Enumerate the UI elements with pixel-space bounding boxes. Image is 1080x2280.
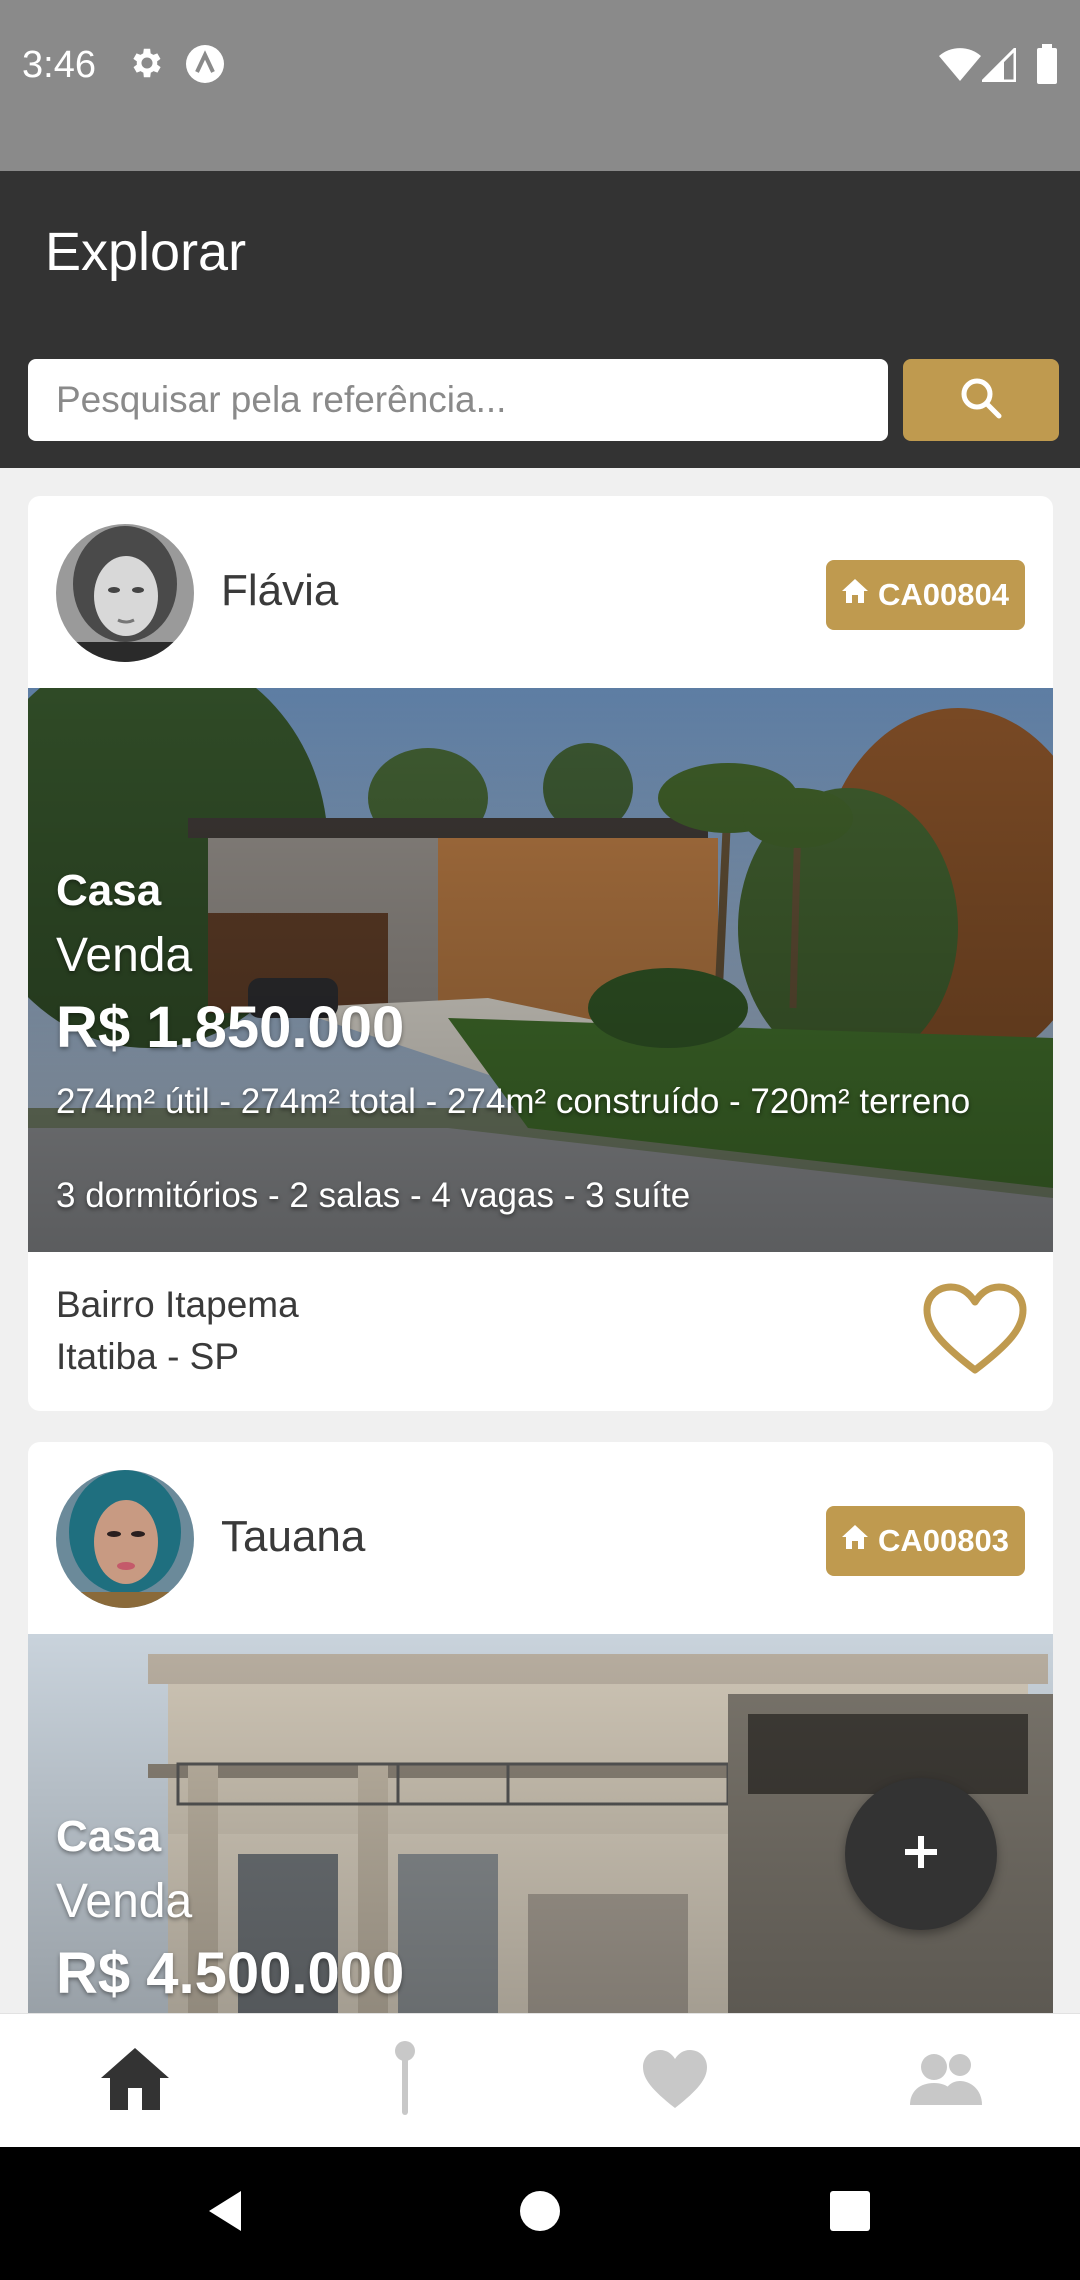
listing-header: Tauana CA00803 (28, 1442, 1053, 1634)
status-bar: 3:46 (0, 0, 1080, 171)
home-icon (840, 577, 878, 613)
property-price: R$ 4.500.000 (56, 1941, 405, 2006)
avatar[interactable] (56, 524, 194, 662)
search-button[interactable] (903, 359, 1059, 441)
property-rooms: 3 dormitórios - 2 salas - 4 vagas - 3 su… (56, 1176, 691, 1215)
back-icon (205, 2189, 245, 2238)
system-navigation (0, 2147, 1080, 2280)
plus-icon (901, 1832, 941, 1877)
owner-name[interactable]: Tauana (221, 1512, 365, 1562)
listing-footer: Bairro Itapema Itatiba - SP (28, 1252, 1053, 1411)
nav-favorites[interactable] (540, 2014, 810, 2148)
reference-code: CA00804 (878, 577, 1009, 612)
reference-badge[interactable]: CA00804 (826, 560, 1025, 630)
property-price: R$ 1.850.000 (56, 995, 405, 1060)
deal-type: Venda (56, 929, 193, 982)
listing-card[interactable]: Flávia CA00804 Casa Venda R$ 1.850.000 2… (28, 496, 1053, 1411)
back-button[interactable] (165, 2147, 285, 2280)
home-circle-icon (518, 2189, 562, 2238)
deal-type: Venda (56, 1875, 193, 1928)
signal-icon (979, 45, 1017, 87)
recents-icon (829, 2190, 871, 2237)
gear-icon (128, 44, 166, 87)
a-circle-icon (185, 44, 225, 89)
city: Itatiba - SP (56, 1336, 240, 1377)
add-listing-button[interactable] (845, 1778, 997, 1930)
home-icon (98, 2044, 172, 2119)
owner-name[interactable]: Flávia (221, 566, 338, 616)
listing-photo[interactable]: Casa Venda R$ 1.850.000 274m² útil - 274… (28, 688, 1053, 1252)
property-areas: 274m² útil - 274m² total - 274m² constru… (56, 1082, 971, 1121)
search-icon (959, 376, 1003, 425)
nav-map-pin[interactable] (270, 2014, 540, 2148)
home-button[interactable] (480, 2147, 600, 2280)
reference-badge[interactable]: CA00803 (826, 1506, 1025, 1576)
reference-code: CA00803 (878, 1523, 1009, 1558)
nav-users[interactable] (810, 2014, 1080, 2148)
app-bar: Explorar (0, 171, 1080, 468)
page-title: Explorar (45, 222, 247, 282)
listing-header: Flávia CA00804 (28, 496, 1053, 688)
property-type: Casa (56, 1812, 162, 1861)
favorite-button[interactable] (921, 1282, 1029, 1381)
users-icon (908, 2051, 984, 2112)
map-pin-icon (390, 2039, 420, 2124)
bottom-navigation (0, 2013, 1080, 2148)
wifi-icon (938, 48, 982, 87)
listing-card[interactable]: Tauana CA00803 Casa Venda R$ 4.500.000 (28, 1442, 1053, 2013)
heart-icon (640, 2048, 710, 2115)
heart-outline-icon (921, 1283, 1029, 1380)
status-time: 3:46 (22, 44, 96, 86)
search-input[interactable] (28, 359, 888, 441)
property-type: Casa (56, 866, 162, 915)
avatar[interactable] (56, 1470, 194, 1608)
recents-button[interactable] (790, 2147, 910, 2280)
battery-icon (1036, 44, 1058, 89)
nav-home[interactable] (0, 2014, 270, 2148)
home-icon (840, 1523, 878, 1559)
neighborhood: Bairro Itapema (56, 1284, 299, 1325)
